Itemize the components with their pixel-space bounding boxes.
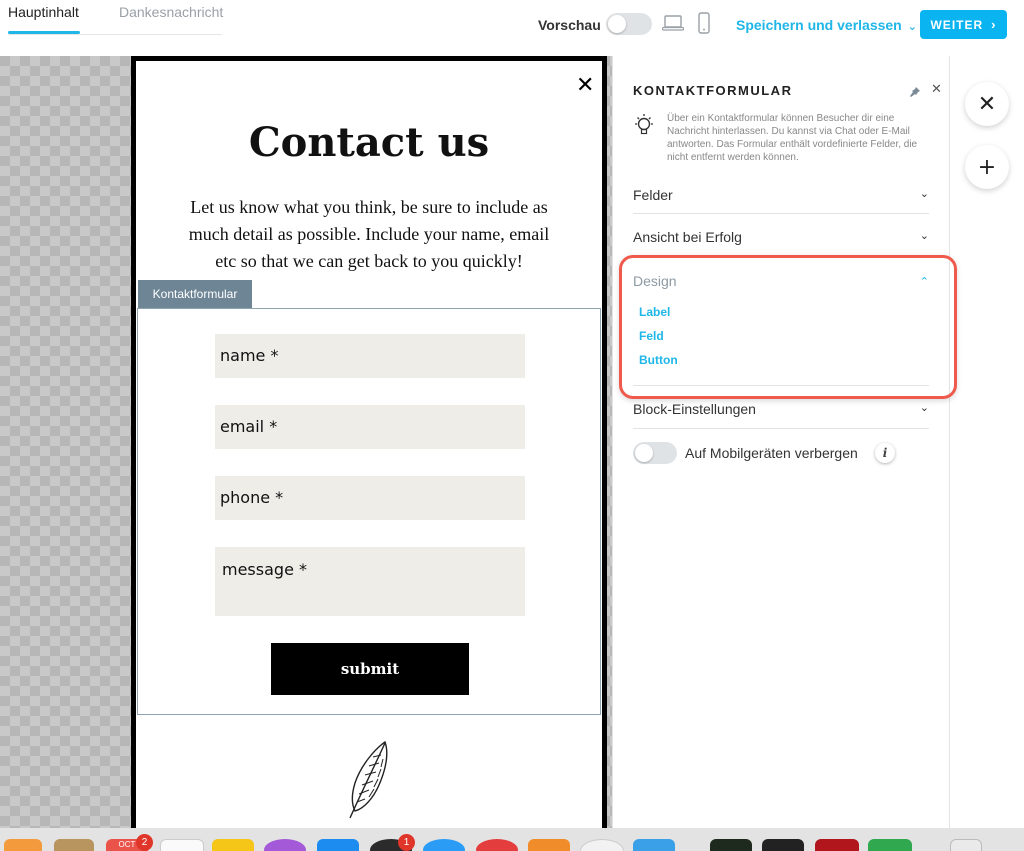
settings-panel: KONTAKTFORMULAR ✕ Über ein Kontaktformul… xyxy=(612,56,957,828)
next-label: WEITER xyxy=(930,17,984,32)
next-button[interactable]: WEITER › xyxy=(920,10,1007,39)
podcasts-icon[interactable] xyxy=(264,839,306,851)
divider xyxy=(633,428,929,429)
chevron-down-icon: ⌄ xyxy=(919,230,929,242)
hide-on-mobile-label: Auf Mobilgeräten verbergen xyxy=(685,445,858,461)
hide-on-mobile-toggle[interactable] xyxy=(633,442,677,464)
mobile-phone-icon[interactable] xyxy=(698,12,710,39)
reminders-icon[interactable] xyxy=(160,839,204,851)
safari-icon[interactable] xyxy=(423,839,465,851)
twitter-icon[interactable] xyxy=(317,839,359,851)
info-icon[interactable]: i xyxy=(875,443,895,463)
phone-field[interactable]: phone * xyxy=(215,476,525,520)
chat-badge: 1 xyxy=(398,834,415,851)
panel-info-text: Über ein Kontaktformular können Besucher… xyxy=(667,113,918,163)
pin-icon[interactable] xyxy=(909,85,921,103)
submit-button[interactable]: submit xyxy=(271,643,469,695)
activity-monitor-icon[interactable] xyxy=(710,839,752,851)
tab-divider xyxy=(8,34,222,35)
terminal-icon[interactable] xyxy=(762,839,804,851)
popup-description[interactable]: Let us know what you think, be sure to i… xyxy=(188,194,550,275)
message-field[interactable]: message * xyxy=(215,547,525,616)
divider xyxy=(633,213,929,214)
contact-form-block[interactable]: name * email * phone * message * submit xyxy=(137,308,601,715)
toggle-knob xyxy=(635,444,653,462)
notes-icon[interactable] xyxy=(212,839,254,851)
accordion-fields[interactable]: Felder ⌄ xyxy=(633,187,929,203)
toggle-knob xyxy=(608,15,626,33)
preview-label: Vorschau xyxy=(538,17,601,33)
add-block-button[interactable]: + xyxy=(965,145,1009,189)
name-field[interactable]: name * xyxy=(215,334,525,378)
panel-title: KONTAKTFORMULAR xyxy=(633,83,793,98)
laptop-icon[interactable] xyxy=(661,14,685,37)
close-editor-button[interactable]: ✕ xyxy=(965,82,1009,126)
save-and-exit-label: Speichern und verlassen xyxy=(736,17,902,33)
popup-close-icon[interactable]: ✕ xyxy=(576,73,594,98)
popup-title[interactable]: Contact us xyxy=(136,119,602,166)
feather-icon xyxy=(341,739,397,826)
accordion-label: Ansicht bei Erfolg xyxy=(633,229,742,245)
chevron-right-icon: › xyxy=(991,17,997,32)
orange-app-icon[interactable] xyxy=(528,839,570,851)
calendar-month: OCT xyxy=(118,840,136,849)
lightbulb-icon xyxy=(633,113,655,142)
tab-main-content[interactable]: Hauptinhalt xyxy=(8,4,79,20)
chevron-down-icon: ⌄ xyxy=(907,21,917,33)
green-app-icon[interactable] xyxy=(868,839,912,851)
tab-thank-you-message[interactable]: Dankesnachricht xyxy=(119,4,223,20)
contacts-icon[interactable] xyxy=(54,839,94,851)
top-bar: Hauptinhalt Dankesnachricht Vorschau Spe… xyxy=(0,0,1024,56)
accordion-label: Block-Einstellungen xyxy=(633,401,756,417)
panel-close-icon[interactable]: ✕ xyxy=(931,82,942,97)
document-icon[interactable] xyxy=(950,839,982,851)
accordion-block-settings[interactable]: Block-Einstellungen ⌄ xyxy=(633,401,929,417)
red-app-icon[interactable] xyxy=(476,839,518,851)
accordion-success-view[interactable]: Ansicht bei Erfolg ⌄ xyxy=(633,229,929,245)
blue-app-icon[interactable] xyxy=(633,839,675,851)
accordion-label: Felder xyxy=(633,187,673,203)
dock: OCT 2 1 xyxy=(0,828,1024,851)
chevron-down-icon: ⌄ xyxy=(919,402,929,414)
save-and-exit-button[interactable]: Speichern und verlassen ⌄ xyxy=(736,17,917,33)
chrome-icon[interactable] xyxy=(580,839,624,851)
popup-preview: ✕ Contact us Let us know what you think,… xyxy=(131,56,607,832)
email-field[interactable]: email * xyxy=(215,405,525,449)
design-highlight-frame xyxy=(619,255,957,399)
chevron-down-icon: ⌄ xyxy=(919,188,929,200)
block-tag-contact-form: Kontaktformular xyxy=(138,280,252,308)
calendar-badge: 2 xyxy=(136,834,153,851)
photos-icon[interactable] xyxy=(4,839,42,851)
red-tool-icon[interactable] xyxy=(815,839,859,851)
preview-toggle[interactable] xyxy=(606,13,652,35)
